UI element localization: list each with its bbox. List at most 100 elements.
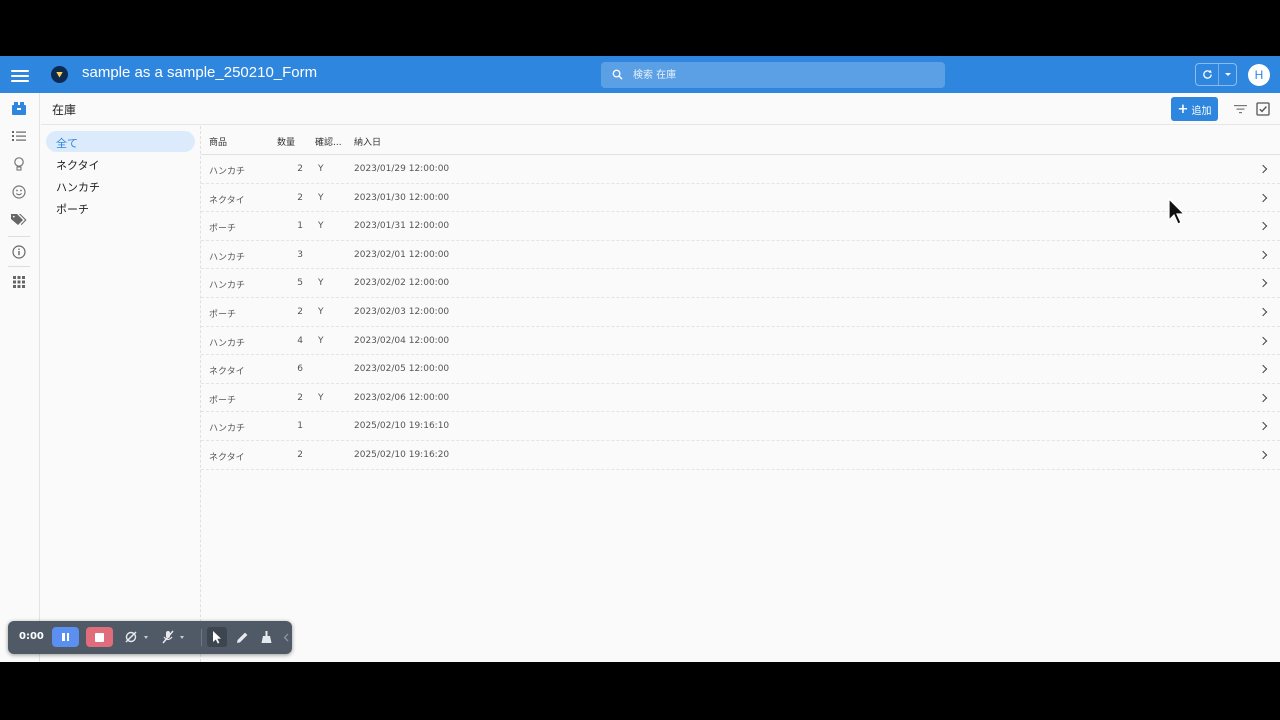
column-header-confirmed[interactable]: 確認... <box>315 135 342 148</box>
cell-product: ハンカチ <box>209 167 246 177</box>
table-row[interactable]: ポーチ 1 Y 2023/01/31 12:00:00 <box>201 212 1280 241</box>
chevron-right-icon[interactable] <box>1258 450 1268 460</box>
chevron-right-icon[interactable] <box>1258 250 1268 260</box>
cell-product: ネクタイ <box>209 195 245 206</box>
collapse-chevron-icon[interactable] <box>281 629 291 645</box>
table-row[interactable]: ポーチ 2 Y 2023/02/06 12:00:00 <box>201 384 1280 413</box>
cell-date: 2025/02/10 19:16:20 <box>354 449 450 460</box>
rail-item-inventory[interactable] <box>10 99 28 117</box>
stop-button[interactable] <box>86 627 113 647</box>
inventory-icon <box>12 101 26 115</box>
search-icon <box>612 69 623 80</box>
rail-divider <box>8 266 30 267</box>
rail-item-info[interactable] <box>10 243 28 261</box>
rail-item-ideas[interactable] <box>10 155 28 173</box>
cell-qty: 2 <box>297 306 303 317</box>
cell-product: ハンカチ <box>209 424 246 435</box>
cell-product: ポーチ <box>209 395 237 406</box>
column-header-date[interactable]: 納入日 <box>354 135 381 148</box>
table-row[interactable]: ネクタイ 2 Y 2023/01/30 12:00:00 <box>201 184 1280 213</box>
page-title: 在庫 <box>52 103 77 117</box>
table-row[interactable]: ネクタイ 6 2023/02/05 12:00:00 <box>201 355 1280 384</box>
table-row[interactable]: ハンカチ 3 2023/02/01 12:00:00 <box>201 241 1280 270</box>
avatar[interactable]: H <box>1248 64 1270 86</box>
sync-button-group <box>1195 63 1237 86</box>
cell-product: ハンカチ <box>209 252 246 263</box>
chevron-right-icon[interactable] <box>1258 193 1268 202</box>
category-item-handkerchief[interactable]: ハンカチ <box>46 175 195 196</box>
smiley-icon <box>12 185 26 199</box>
table-row[interactable]: ネクタイ 2 2025/02/10 19:16:20 <box>201 441 1280 470</box>
cell-qty: 2 <box>297 392 303 403</box>
chevron-right-icon[interactable] <box>1258 221 1268 231</box>
cell-date: 2023/02/04 12:00:00 <box>354 335 450 346</box>
inventory-table: 商品 数量 確認... 納入日 ハンカチ 2 Y 2023/01/29 12:00:0… <box>201 126 1280 470</box>
rail-item-apps[interactable] <box>10 273 28 291</box>
add-button-label: 追加 <box>1191 105 1212 117</box>
app-title: sample as a sample_250210_Form <box>82 64 318 81</box>
cell-qty: 6 <box>297 364 303 375</box>
cell-confirmed: Y <box>318 164 324 174</box>
chevron-right-icon[interactable] <box>1258 422 1268 431</box>
cell-date: 2023/02/06 12:00:00 <box>354 392 450 403</box>
chevron-right-icon[interactable] <box>1258 307 1268 317</box>
table-row[interactable]: ハンカチ 4 Y 2023/02/04 12:00:00 <box>201 327 1280 356</box>
sync-icon <box>1202 69 1212 79</box>
column-header-qty[interactable]: 数量 <box>277 135 295 148</box>
cell-confirmed: Y <box>318 192 324 203</box>
sync-button[interactable] <box>1196 64 1220 85</box>
cell-product: ハンカチ <box>209 281 246 292</box>
cell-product: ネクタイ <box>209 367 245 378</box>
category-item-necktie[interactable]: ネクタイ <box>46 153 195 174</box>
cell-qty: 5 <box>297 278 303 289</box>
apps-grid-icon <box>13 276 25 288</box>
table-row[interactable]: ハンカチ 5 Y 2023/02/02 12:00:00 <box>201 269 1280 298</box>
chevron-right-icon[interactable] <box>1258 279 1268 288</box>
chevron-right-icon[interactable] <box>1258 364 1268 374</box>
eraser-icon[interactable] <box>258 629 274 645</box>
table-header: 商品 数量 確認... 納入日 <box>201 126 1280 155</box>
search-input[interactable] <box>633 66 933 84</box>
tags-icon <box>11 214 27 225</box>
mic-off-icon[interactable] <box>160 629 176 645</box>
table-row[interactable]: ハンカチ 2 Y 2023/01/29 12:00:00 <box>201 155 1280 184</box>
table-row[interactable]: ポーチ 2 Y 2023/02/03 12:00:00 <box>201 298 1280 327</box>
chevron-down-icon <box>1224 73 1231 76</box>
rail-divider <box>8 236 30 237</box>
cell-confirmed: Y <box>318 306 324 317</box>
filter-icon[interactable] <box>1234 103 1247 115</box>
camera-off-icon[interactable] <box>123 629 139 645</box>
column-header-product[interactable]: 商品 <box>209 135 227 148</box>
rail-item-users[interactable] <box>10 183 28 201</box>
hamburger-menu-icon[interactable] <box>11 67 29 83</box>
cell-product: ハンカチ <box>209 338 246 349</box>
cell-date: 2023/02/05 12:00:00 <box>354 364 450 375</box>
rail-item-tags[interactable] <box>10 211 28 229</box>
cell-date: 2023/02/01 12:00:00 <box>354 249 450 260</box>
cell-product: ポーチ <box>209 309 237 320</box>
search-box[interactable] <box>601 62 945 88</box>
cell-qty: 2 <box>297 449 303 460</box>
pen-icon[interactable] <box>234 629 250 645</box>
app-logo-icon <box>51 66 68 83</box>
chevron-right-icon[interactable] <box>1258 164 1268 174</box>
category-item-pouch[interactable]: ポーチ <box>46 197 195 218</box>
pause-button[interactable] <box>52 627 79 647</box>
cell-qty: 4 <box>297 335 303 346</box>
info-icon <box>12 245 26 259</box>
chevron-down-icon[interactable] <box>180 636 184 639</box>
lightbulb-icon <box>14 157 24 171</box>
sync-dropdown-button[interactable] <box>1219 64 1236 85</box>
app-bar: sample as a sample_250210_Form H <box>0 56 1280 93</box>
rail-item-list[interactable] <box>10 127 28 145</box>
category-item-all[interactable]: 全て <box>46 131 195 152</box>
chevron-right-icon[interactable] <box>1258 336 1268 345</box>
chevron-down-icon[interactable] <box>144 636 148 639</box>
chevron-right-icon[interactable] <box>1258 393 1268 402</box>
cell-date: 2023/02/03 12:00:00 <box>354 306 450 317</box>
select-checkbox-icon[interactable] <box>1256 102 1270 116</box>
table-row[interactable]: ハンカチ 1 2025/02/10 19:16:10 <box>201 412 1280 441</box>
add-button[interactable]: + 追加 <box>1171 97 1218 121</box>
app-window: sample as a sample_250210_Form H <box>0 56 1280 662</box>
mouse-cursor-icon <box>1168 198 1186 225</box>
